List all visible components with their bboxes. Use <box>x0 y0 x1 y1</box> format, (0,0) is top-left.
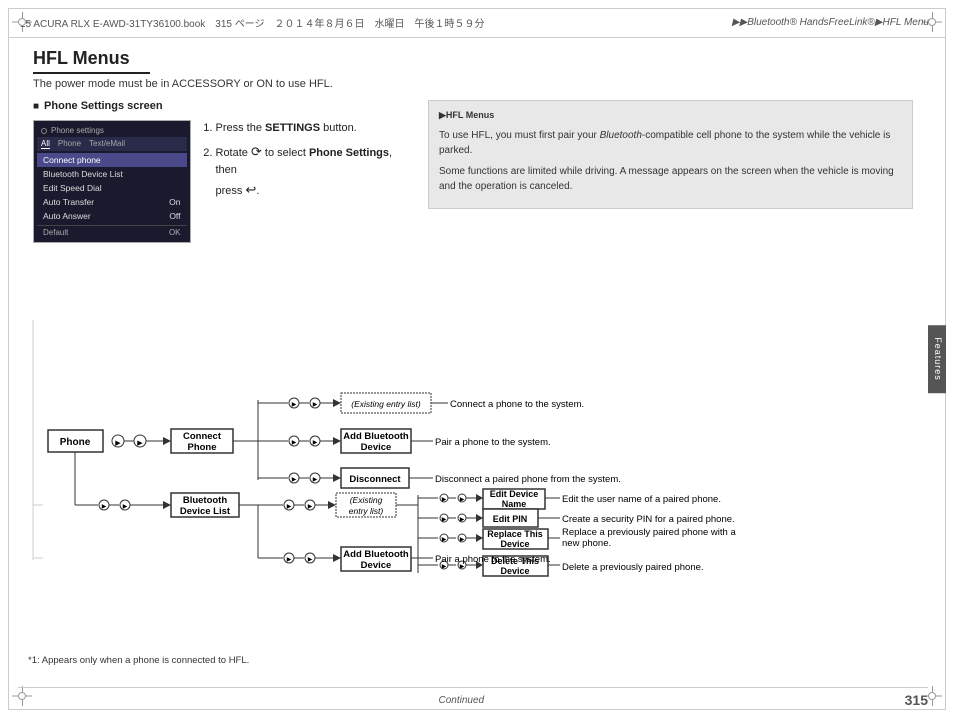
svg-text:▶: ▶ <box>137 440 143 447</box>
ps-tabs: All Phone Text/eMail <box>37 137 187 151</box>
svg-text:▶: ▶ <box>292 402 297 408</box>
phone-settings-bold: Phone Settings <box>309 147 389 159</box>
ps-footer: Default OK <box>37 225 187 239</box>
col-left: Phone Settings screen Phone settings All… <box>33 100 413 253</box>
svg-text:▶: ▶ <box>460 497 465 503</box>
svg-text:▶: ▶ <box>115 440 121 447</box>
svg-text:Phone: Phone <box>60 437 91 448</box>
info-box-para2: Some functions are limited while driving… <box>439 164 902 194</box>
instruction-step2: Rotate ⟳ to select Phone Settings, thenp… <box>216 142 414 201</box>
svg-text:▶: ▶ <box>442 517 447 523</box>
svg-text:▶: ▶ <box>287 557 292 563</box>
svg-text:Edit the user name of a paired: Edit the user name of a paired phone. <box>562 494 721 505</box>
svg-text:Replace This: Replace This <box>487 529 543 539</box>
svg-text:(Existing: (Existing <box>350 495 383 505</box>
svg-text:Add Bluetooth: Add Bluetooth <box>343 549 409 560</box>
svg-text:▶: ▶ <box>123 504 128 510</box>
file-info: 15 ACURA RLX E-AWD-31TY36100.book 315 ペー… <box>20 15 732 30</box>
top-header: 15 ACURA RLX E-AWD-31TY36100.book 315 ペー… <box>8 8 946 38</box>
svg-text:Device: Device <box>500 539 529 549</box>
ps-item-auto-transfer[interactable]: Auto TransferOn <box>37 195 187 209</box>
svg-text:▶: ▶ <box>292 477 297 483</box>
svg-text:▶: ▶ <box>308 504 313 510</box>
footnote: *1: Appears only when a phone is connect… <box>28 655 249 666</box>
svg-text:Phone: Phone <box>187 442 216 453</box>
page-subtitle: The power mode must be in ACCESSORY or O… <box>33 78 913 90</box>
svg-text:▶: ▶ <box>287 504 292 510</box>
svg-text:entry list): entry list) <box>349 506 384 516</box>
phone-settings-screenshot: Phone settings All Phone Text/eMail Conn… <box>33 120 191 243</box>
flow-svg: Phone ▶ ▶ Connect Phone ▶ ▶ (Existing en… <box>18 310 918 595</box>
svg-text:Name: Name <box>502 499 527 509</box>
svg-text:▶: ▶ <box>460 517 465 523</box>
svg-text:Edit PIN: Edit PIN <box>493 514 528 524</box>
svg-text:Pair a phone to the system.: Pair a phone to the system. <box>435 554 551 565</box>
instruction-step1: Press the SETTINGS button. <box>216 120 414 138</box>
info-box-header: ▶HFL Menus <box>439 109 902 123</box>
svg-text:Device: Device <box>361 560 392 571</box>
info-box: ▶HFL Menus To use HFL, you must first pa… <box>428 100 913 209</box>
ps-tab-all[interactable]: All <box>41 139 50 149</box>
ps-item-speed-dial[interactable]: Edit Speed Dial <box>37 181 187 195</box>
svg-text:▶: ▶ <box>308 557 313 563</box>
section-heading: Phone Settings screen <box>33 100 413 112</box>
ps-tab-phone[interactable]: Phone <box>58 139 81 149</box>
svg-text:Replace a previously paired ph: Replace a previously paired phone with a <box>562 527 736 538</box>
page-footer: Continued 315 <box>18 687 928 708</box>
ps-item-bluetooth-device-list[interactable]: Bluetooth Device List <box>37 167 187 181</box>
page-number: 315 <box>905 692 928 708</box>
features-tab: Features <box>928 325 946 393</box>
svg-text:Connect: Connect <box>183 431 222 442</box>
svg-text:Disconnect a paired phone from: Disconnect a paired phone from the syste… <box>435 474 621 485</box>
svg-text:Edit Device: Edit Device <box>490 489 539 499</box>
svg-text:(Existing entry list): (Existing entry list) <box>351 399 421 409</box>
svg-text:new phone.: new phone. <box>562 538 611 549</box>
svg-text:▶: ▶ <box>313 477 318 483</box>
breadcrumb: ▶▶Bluetooth® HandsFreeLink®▶HFL Menus <box>732 17 934 28</box>
svg-text:▶: ▶ <box>313 402 318 408</box>
svg-text:Delete a previously paired pho: Delete a previously paired phone. <box>562 562 704 573</box>
svg-text:Device: Device <box>500 566 529 576</box>
svg-text:▶: ▶ <box>313 440 318 446</box>
ps-tab-textemail[interactable]: Text/eMail <box>89 139 125 149</box>
svg-text:Connect a phone to the system.: Connect a phone to the system. <box>450 399 584 410</box>
ps-item-connect-phone[interactable]: Connect phone <box>37 153 187 167</box>
svg-text:▶: ▶ <box>442 497 447 503</box>
svg-text:Device List: Device List <box>180 506 231 517</box>
svg-text:▶: ▶ <box>442 537 447 543</box>
continued-label: Continued <box>439 695 485 706</box>
svg-text:Device: Device <box>361 442 392 453</box>
info-box-para1: To use HFL, you must first pair your Blu… <box>439 128 902 158</box>
svg-text:▶: ▶ <box>460 537 465 543</box>
svg-text:Bluetooth: Bluetooth <box>183 495 228 506</box>
svg-text:Disconnect: Disconnect <box>349 474 401 485</box>
svg-text:Create a security PIN for a pa: Create a security PIN for a paired phone… <box>562 514 735 525</box>
flow-diagram-area: Phone ▶ ▶ Connect Phone ▶ ▶ (Existing en… <box>18 310 928 595</box>
svg-text:▶: ▶ <box>102 504 107 510</box>
ps-item-auto-answer[interactable]: Auto AnswerOff <box>37 209 187 223</box>
svg-text:▶: ▶ <box>292 440 297 446</box>
instructions: Press the SETTINGS button. Rotate ⟳ to s… <box>201 120 414 205</box>
svg-text:Add Bluetooth: Add Bluetooth <box>343 431 409 442</box>
two-col-layout: Phone Settings screen Phone settings All… <box>33 100 913 253</box>
settings-bold: SETTINGS <box>265 122 320 134</box>
page-title: HFL Menus <box>33 48 150 74</box>
svg-text:Pair a phone to the system.: Pair a phone to the system. <box>435 437 551 448</box>
col-right: ▶HFL Menus To use HFL, you must first pa… <box>428 100 913 253</box>
